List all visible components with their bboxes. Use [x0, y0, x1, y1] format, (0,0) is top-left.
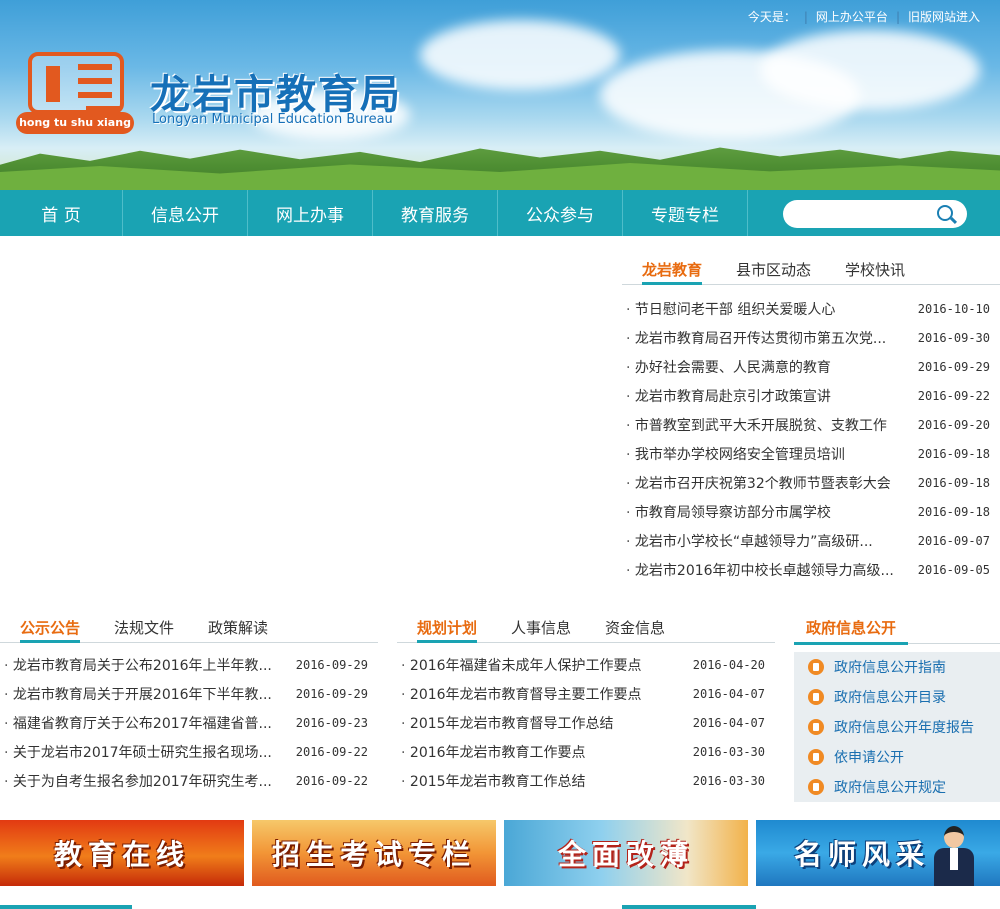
play-icon [808, 719, 824, 735]
search-icon[interactable] [937, 205, 953, 221]
nav-special-topics[interactable]: 专题专栏 [623, 190, 748, 236]
tab-public-notices[interactable]: 公示公告 [20, 617, 81, 643]
gov-info-catalog-link[interactable]: 政府信息公开目录 [794, 682, 1000, 712]
nav-public-participation[interactable]: 公众参与 [498, 190, 623, 236]
gov-info-regulations-link[interactable]: 政府信息公开规定 [794, 772, 1000, 802]
office-platform-link[interactable]: 网上办公平台 [816, 8, 888, 25]
nav-info-disclosure[interactable]: 信息公开 [123, 190, 248, 236]
nav-education-services[interactable]: 教育服务 [373, 190, 498, 236]
list-item[interactable]: 福建省教育厅关于公布2017年福建省普...2016-09-23 [4, 708, 368, 737]
list-item[interactable]: 2016年龙岩市教育工作要点2016-03-30 [401, 737, 765, 766]
top-links: 今天是： | 网上办公平台 | 旧版网站进入 [747, 8, 980, 25]
notices-list: 龙岩市教育局关于公布2016年上半年教...2016-09-29 龙岩市教育局关… [4, 650, 368, 795]
nav-online-services[interactable]: 网上办事 [248, 190, 373, 236]
list-item[interactable]: 节日慰问老干部 组织关爱暖人心2016-10-10 [626, 294, 990, 323]
logo-ribbon-text: hong tu shu xiang [16, 112, 134, 134]
notices-tabs: 公示公告 法规文件 政策解读 [0, 614, 378, 643]
site-logo[interactable]: hong tu shu xiang [16, 52, 136, 138]
search-input[interactable] [795, 204, 929, 226]
list-item[interactable]: 龙岩市教育局赴京引才政策宣讲2016-09-22 [626, 381, 990, 410]
list-item[interactable]: 市普教室到武平大禾开展脱贫、支教工作2016-09-20 [626, 410, 990, 439]
list-item[interactable]: 2016年福建省未成年人保护工作要点2016-04-20 [401, 650, 765, 679]
header-banner: 今天是： | 网上办公平台 | 旧版网站进入 hong tu shu xiang… [0, 0, 1000, 190]
tab-plans[interactable]: 规划计划 [417, 617, 478, 643]
gov-info-on-request-link[interactable]: 依申请公开 [794, 742, 1000, 772]
logo-icon [28, 52, 124, 114]
section-divider [0, 905, 132, 909]
gov-info-title[interactable]: 政府信息公开 [794, 617, 909, 645]
today-label: 今天是： [747, 10, 796, 24]
nav-home[interactable]: 首 页 [0, 190, 123, 236]
news-tabs: 龙岩教育 县市区动态 学校快讯 [622, 256, 1000, 285]
list-item[interactable]: 龙岩市教育局关于开展2016年下半年教...2016-09-29 [4, 679, 368, 708]
news-list: 节日慰问老干部 组织关爱暖人心2016-10-10 龙岩市教育局召开传达贯彻市第… [626, 294, 990, 584]
main-nav: 首 页 信息公开 网上办事 教育服务 公众参与 专题专栏 [0, 190, 1000, 236]
flag-icon [808, 689, 824, 705]
list-item[interactable]: 龙岩市教育局关于公布2016年上半年教...2016-09-29 [4, 650, 368, 679]
tab-regulations[interactable]: 法规文件 [114, 617, 174, 642]
teacher-figure-icon [934, 826, 974, 886]
list-item[interactable]: 龙岩市教育局召开传达贯彻市第五次党...2016-09-30 [626, 323, 990, 352]
old-site-link[interactable]: 旧版网站进入 [908, 8, 980, 25]
promo-enrollment-exams[interactable]: 招生考试专栏 [252, 820, 496, 886]
list-item[interactable]: 2015年龙岩市教育督导工作总结2016-04-07 [401, 708, 765, 737]
tab-personnel[interactable]: 人事信息 [511, 617, 571, 642]
edit-icon [808, 749, 824, 765]
guide-icon [808, 659, 824, 675]
plans-tabs: 规划计划 人事信息 资金信息 [397, 614, 775, 643]
list-item[interactable]: 龙岩市召开庆祝第32个教师节暨表彰大会2016-09-18 [626, 468, 990, 497]
list-item[interactable]: 2016年龙岩市教育督导主要工作要点2016-04-07 [401, 679, 765, 708]
list-item[interactable]: 关于为自考生报名参加2017年研究生考...2016-09-22 [4, 766, 368, 795]
site-subtitle: Longyan Municipal Education Bureau [152, 112, 393, 127]
plans-list: 2016年福建省未成年人保护工作要点2016-04-20 2016年龙岩市教育督… [401, 650, 765, 795]
list-item[interactable]: 市教育局领导察访部分市属学校2016-09-18 [626, 497, 990, 526]
promo-school-improvement[interactable]: 全面改薄 [504, 820, 748, 886]
search-box [783, 200, 967, 228]
section-divider [622, 905, 756, 909]
gov-info-list: 政府信息公开指南 政府信息公开目录 政府信息公开年度报告 依申请公开 政府信息公… [794, 652, 1000, 802]
list-item[interactable]: 关于龙岩市2017年硕士研究生报名现场...2016-09-22 [4, 737, 368, 766]
promo-famous-teachers[interactable]: 名师风采 [756, 820, 1000, 886]
list-item[interactable]: 我市举办学校网络安全管理员培训2016-09-18 [626, 439, 990, 468]
document-icon [808, 779, 824, 795]
tab-policy-interpretation[interactable]: 政策解读 [208, 617, 268, 642]
tab-school-news[interactable]: 学校快讯 [845, 259, 905, 284]
list-item[interactable]: 2015年龙岩市教育工作总结2016-03-30 [401, 766, 765, 795]
list-item[interactable]: 办好社会需要、人民满意的教育2016-09-29 [626, 352, 990, 381]
tab-funding[interactable]: 资金信息 [605, 617, 665, 642]
gov-info-guide-link[interactable]: 政府信息公开指南 [794, 652, 1000, 682]
tab-county-news[interactable]: 县市区动态 [736, 259, 811, 284]
list-item[interactable]: 龙岩市小学校长“卓越领导力”高级研...2016-09-07 [626, 526, 990, 555]
gov-info-annual-report-link[interactable]: 政府信息公开年度报告 [794, 712, 1000, 742]
cloud-decoration [760, 30, 980, 110]
tab-longyan-education[interactable]: 龙岩教育 [642, 259, 703, 285]
gov-info-header: 政府信息公开 [794, 617, 1000, 645]
list-item[interactable]: 龙岩市2016年初中校长卓越领导力高级...2016-09-05 [626, 555, 990, 584]
cloud-decoration [420, 20, 620, 90]
promo-education-online[interactable]: 教育在线 [0, 820, 244, 886]
